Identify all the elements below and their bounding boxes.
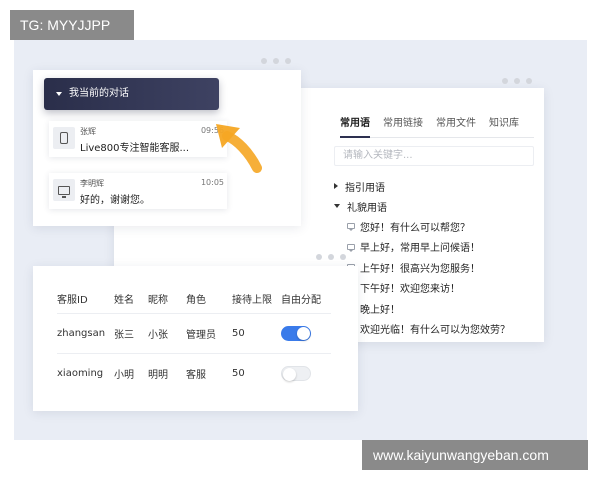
auto-assign-toggle[interactable] bbox=[281, 365, 311, 381]
tab-common-links[interactable]: 常用链接 bbox=[383, 116, 423, 138]
phrase-item[interactable]: 早上好，常用早上问候语！ bbox=[334, 237, 534, 258]
cell-nickname: 明明 bbox=[148, 352, 186, 393]
keyword-search-input[interactable]: 请输入关键字... bbox=[334, 146, 534, 166]
cell-limit: 50 bbox=[232, 312, 281, 353]
conversation-item[interactable]: 张辉 Live800专注智能客服... 09:56 bbox=[49, 121, 227, 157]
window-dots bbox=[502, 78, 532, 84]
window-dots bbox=[261, 58, 291, 64]
staff-table-card: 客服ID 姓名 昵称 角色 接待上限 自由分配 zhangsan 张三 小张 管… bbox=[33, 254, 358, 411]
column-header: 姓名 bbox=[114, 295, 134, 307]
auto-assign-toggle[interactable] bbox=[281, 325, 311, 341]
staff-table: 客服ID 姓名 昵称 角色 接待上限 自由分配 zhangsan 张三 小张 管… bbox=[57, 285, 331, 393]
column-header: 自由分配 bbox=[281, 295, 321, 307]
tree-group-guide-phrases[interactable]: 指引用语 bbox=[334, 176, 534, 196]
cell-name: 小明 bbox=[114, 352, 148, 393]
table-header-row: 客服ID 姓名 昵称 角色 接待上限 自由分配 bbox=[57, 285, 331, 313]
phrase-item[interactable]: 欢迎光临！有什么可以为您效劳？ bbox=[334, 319, 534, 340]
cell-nickname: 小张 bbox=[148, 312, 186, 353]
window-dots bbox=[316, 254, 346, 260]
tab-knowledge-base[interactable]: 知识库 bbox=[489, 116, 519, 138]
phrase-item[interactable]: 您好！有什么可以帮您？ bbox=[334, 216, 534, 237]
tag-watermark: TG: MYYJJPP bbox=[10, 10, 134, 40]
cell-auto-assign bbox=[281, 312, 331, 353]
caret-down-icon bbox=[56, 92, 62, 96]
phrase-item[interactable]: 上午好！很高兴为您服务！ bbox=[334, 257, 534, 278]
cell-name: 张三 bbox=[114, 312, 148, 353]
tab-common-phrases[interactable]: 常用语 bbox=[340, 116, 370, 138]
cell-limit: 50 bbox=[232, 352, 281, 393]
cell-id: zhangsan bbox=[57, 312, 114, 353]
phrase-item[interactable]: 晚上好！ bbox=[334, 298, 534, 319]
pointer-arrow-icon bbox=[216, 124, 262, 173]
cell-id: xiaoming bbox=[57, 352, 114, 393]
cell-auto-assign bbox=[281, 352, 331, 393]
caret-right-icon bbox=[334, 183, 338, 189]
tree-group-polite-phrases[interactable]: 礼貌用语 bbox=[334, 196, 534, 216]
conversation-item[interactable]: 李明辉 好的，谢谢您。 10:05 bbox=[49, 173, 227, 209]
column-header: 接待上限 bbox=[232, 295, 272, 307]
current-conversations-header[interactable]: 我当前的对话 bbox=[44, 78, 219, 110]
knowledge-tabs: 常用语 常用链接 常用文件 知识库 bbox=[340, 116, 534, 138]
tab-common-files[interactable]: 常用文件 bbox=[436, 116, 476, 138]
cell-role: 管理员 bbox=[186, 312, 232, 353]
chat-bubble-icon bbox=[347, 243, 355, 252]
phrase-tree: 指引用语 礼貌用语 您好！有什么可以帮您？ 早上好，常用早上问候语！ 上午好！很… bbox=[334, 176, 534, 339]
phone-icon bbox=[53, 127, 75, 149]
phrase-item[interactable]: 下午好！欢迎您来访！ bbox=[334, 278, 534, 299]
column-header: 客服ID bbox=[57, 295, 88, 307]
url-watermark: www.kaiyunwangyeban.com bbox=[362, 440, 588, 470]
table-row: xiaoming 小明 明明 客服 50 bbox=[57, 352, 331, 393]
column-header: 角色 bbox=[186, 295, 206, 307]
column-header: 昵称 bbox=[148, 295, 168, 307]
cell-role: 客服 bbox=[186, 352, 232, 393]
table-row: zhangsan 张三 小张 管理员 50 bbox=[57, 312, 331, 353]
chat-bubble-icon bbox=[347, 223, 355, 232]
caret-down-icon bbox=[334, 204, 340, 208]
monitor-icon bbox=[53, 179, 75, 201]
